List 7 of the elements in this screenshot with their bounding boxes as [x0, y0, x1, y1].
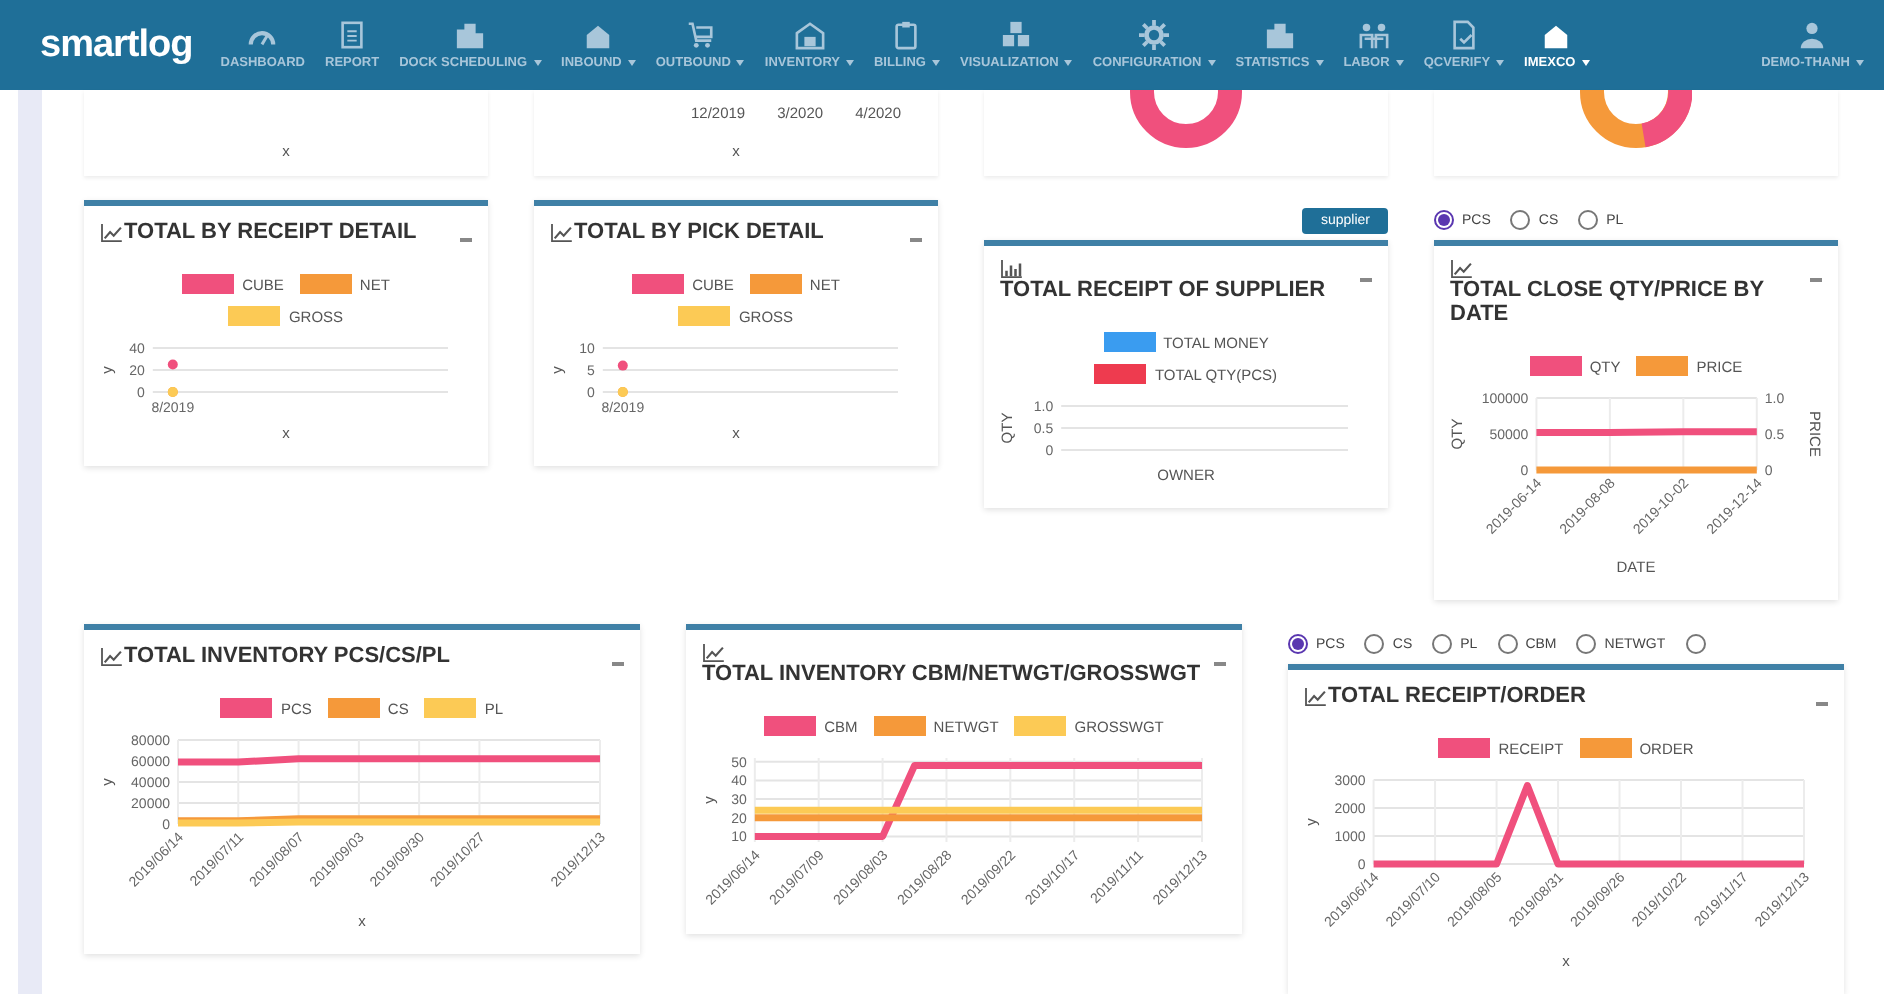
card-title: TOTAL CLOSE QTY/PRICE BY DATE — [1450, 278, 1766, 326]
card-title: TOTAL BY PICK DETAIL — [574, 220, 824, 244]
card-title: TOTAL BY RECEIPT DETAIL — [124, 220, 417, 244]
card-title: TOTAL INVENTORY PCS/CS/PL — [124, 644, 450, 669]
card-title: TOTAL INVENTORY CBM/NETWGT/GROSSWGT — [702, 662, 1201, 687]
card-title: TOTAL RECEIPT OF SUPPLIER — [1000, 278, 1326, 302]
card-title: TOTAL RECEIPT/ORDER — [1328, 684, 1586, 709]
